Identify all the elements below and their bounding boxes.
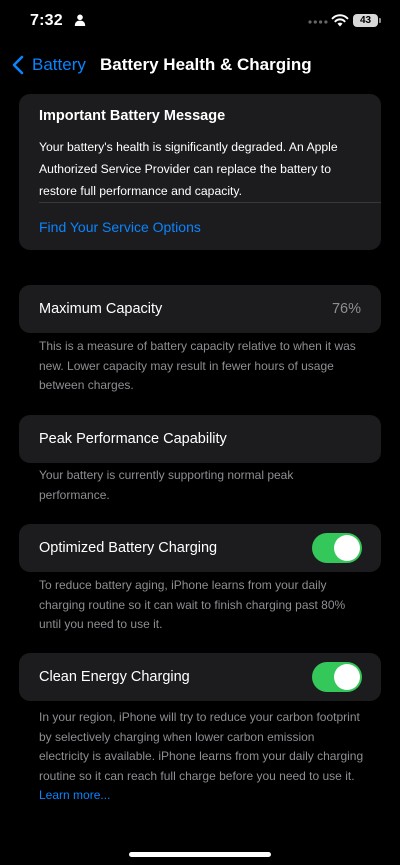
person-icon bbox=[74, 14, 86, 26]
learn-more-link[interactable]: Learn more... bbox=[39, 788, 110, 802]
optimized-charging-footnote: To reduce battery aging, iPhone learns f… bbox=[39, 578, 346, 631]
clean-energy-row: Clean Energy Charging bbox=[19, 653, 381, 701]
message-title: Important Battery Message bbox=[39, 108, 226, 124]
divider bbox=[39, 202, 381, 203]
wifi-icon bbox=[331, 14, 349, 27]
home-indicator[interactable] bbox=[129, 852, 271, 857]
back-label: Battery bbox=[32, 55, 86, 74]
message-body: Your battery's health is significantly d… bbox=[39, 140, 338, 198]
peak-performance-footnote: Your battery is currently supporting nor… bbox=[39, 468, 294, 502]
battery-level-badge: 43 bbox=[353, 14, 378, 27]
chevron-left-icon bbox=[12, 55, 24, 75]
maximum-capacity-label: Maximum Capacity bbox=[39, 301, 163, 317]
navigation-bar: Battery Battery Health & Charging bbox=[0, 44, 400, 86]
optimized-charging-row: Optimized Battery Charging bbox=[19, 524, 381, 572]
clean-energy-footnote-text: In your region, iPhone will try to reduc… bbox=[39, 710, 364, 783]
maximum-capacity-row: Maximum Capacity 76% bbox=[19, 285, 381, 333]
clean-energy-toggle[interactable] bbox=[312, 662, 362, 692]
toggle-knob bbox=[334, 535, 360, 561]
page-title: Battery Health & Charging bbox=[100, 55, 312, 74]
clean-energy-label: Clean Energy Charging bbox=[39, 669, 190, 685]
maximum-capacity-footnote: This is a measure of battery capacity re… bbox=[39, 339, 356, 392]
peak-performance-row: Peak Performance Capability bbox=[19, 415, 381, 463]
status-bar: 7:32 43 bbox=[0, 0, 400, 44]
toggle-knob bbox=[334, 664, 360, 690]
peak-performance-label: Peak Performance Capability bbox=[39, 431, 227, 447]
battery-message-card: Important Battery Message Your battery's… bbox=[19, 94, 381, 250]
find-service-options-link[interactable]: Find Your Service Options bbox=[39, 219, 201, 235]
battery-icon-cap bbox=[379, 18, 381, 23]
maximum-capacity-value: 76% bbox=[331, 301, 361, 317]
back-button[interactable]: Battery bbox=[12, 52, 86, 78]
cellular-signal-icon bbox=[308, 20, 328, 24]
clean-energy-footnote: In your region, iPhone will try to reduc… bbox=[39, 708, 364, 806]
optimized-charging-label: Optimized Battery Charging bbox=[39, 540, 218, 556]
status-time: 7:32 bbox=[30, 12, 63, 29]
optimized-charging-toggle[interactable] bbox=[312, 533, 362, 563]
